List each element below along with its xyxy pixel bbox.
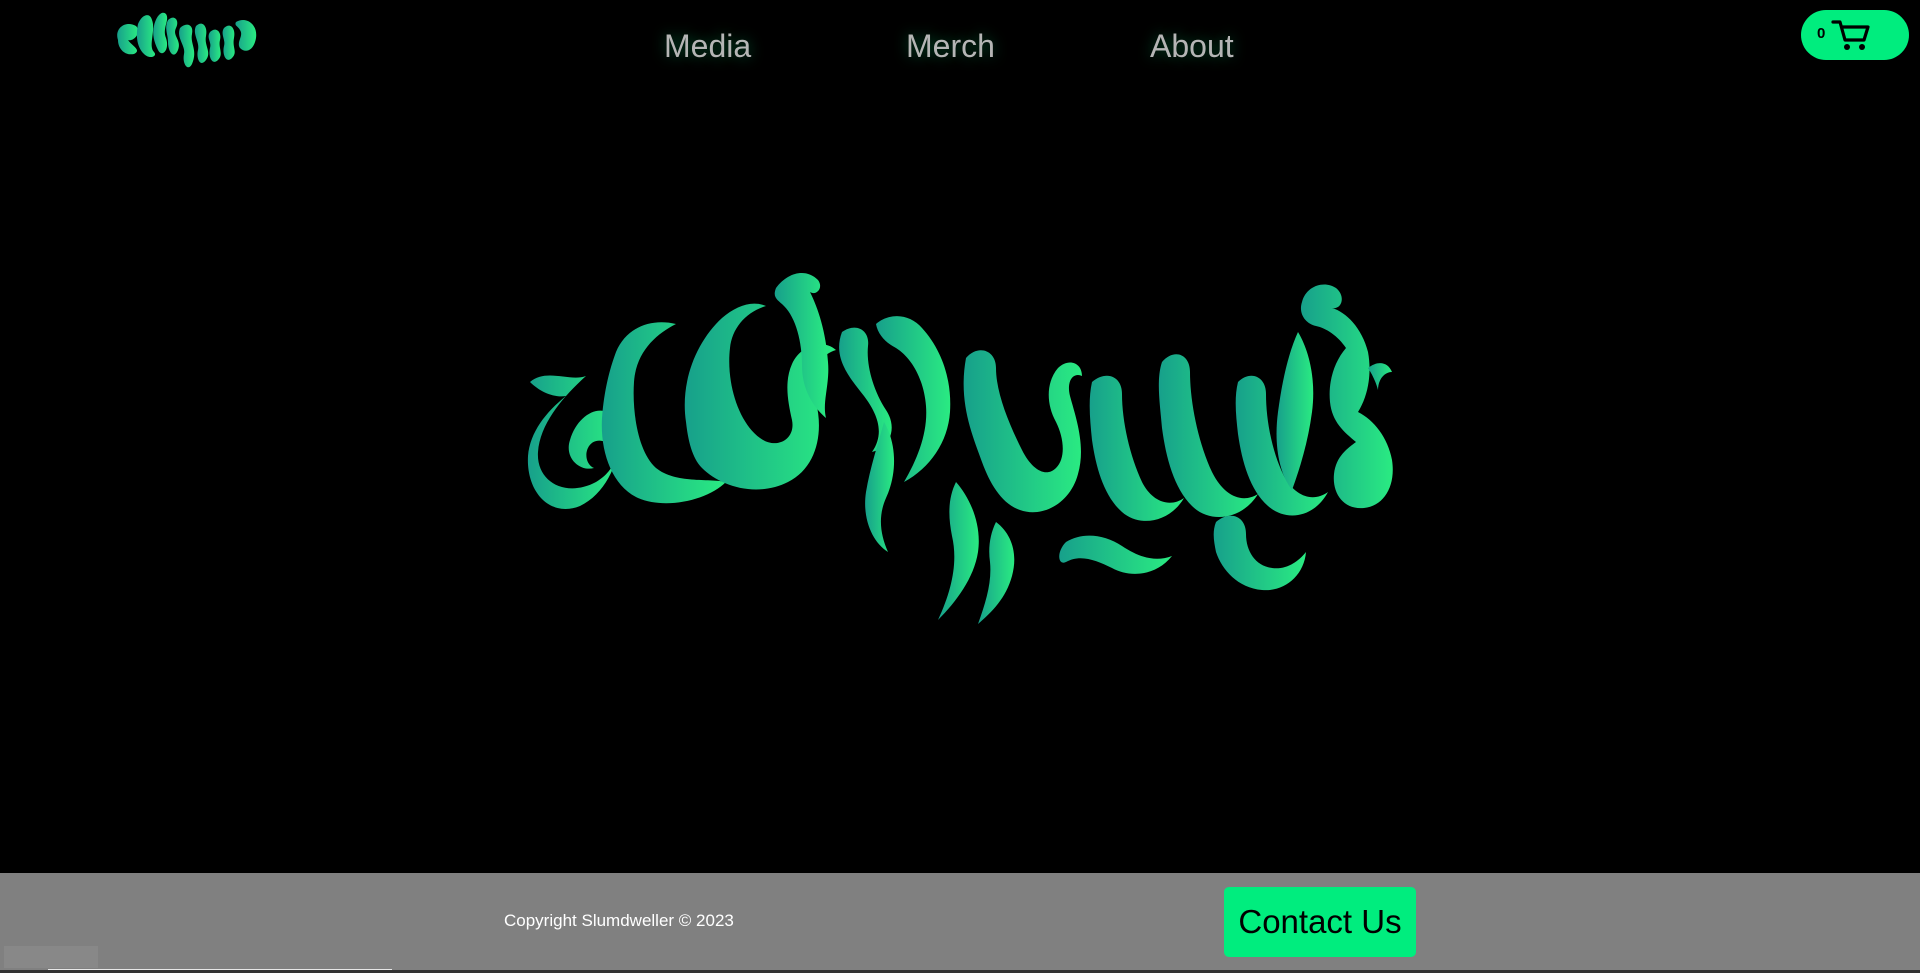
site-footer: Copyright Slumdweller © 2023 Contact Us xyxy=(0,873,1920,973)
main-nav: Media Merch About xyxy=(0,24,1920,74)
copyright-text: Copyright Slumdweller © 2023 xyxy=(504,911,734,930)
shopping-cart-icon xyxy=(1831,20,1870,50)
site-header: Media Merch About 0 xyxy=(0,0,1920,100)
nav-link-merch[interactable]: Merch xyxy=(906,28,995,65)
contact-us-button[interactable]: Contact Us xyxy=(1224,887,1416,957)
corner-badge xyxy=(4,946,98,968)
cart-count: 0 xyxy=(1817,25,1826,42)
brand-logo-hero xyxy=(527,273,1393,624)
nav-link-about[interactable]: About xyxy=(1150,28,1234,65)
cart-button[interactable]: 0 xyxy=(1801,10,1909,60)
nav-link-media[interactable]: Media xyxy=(664,28,751,65)
page: Media Merch About 0 Copyright Slumdwelle… xyxy=(0,0,1920,973)
